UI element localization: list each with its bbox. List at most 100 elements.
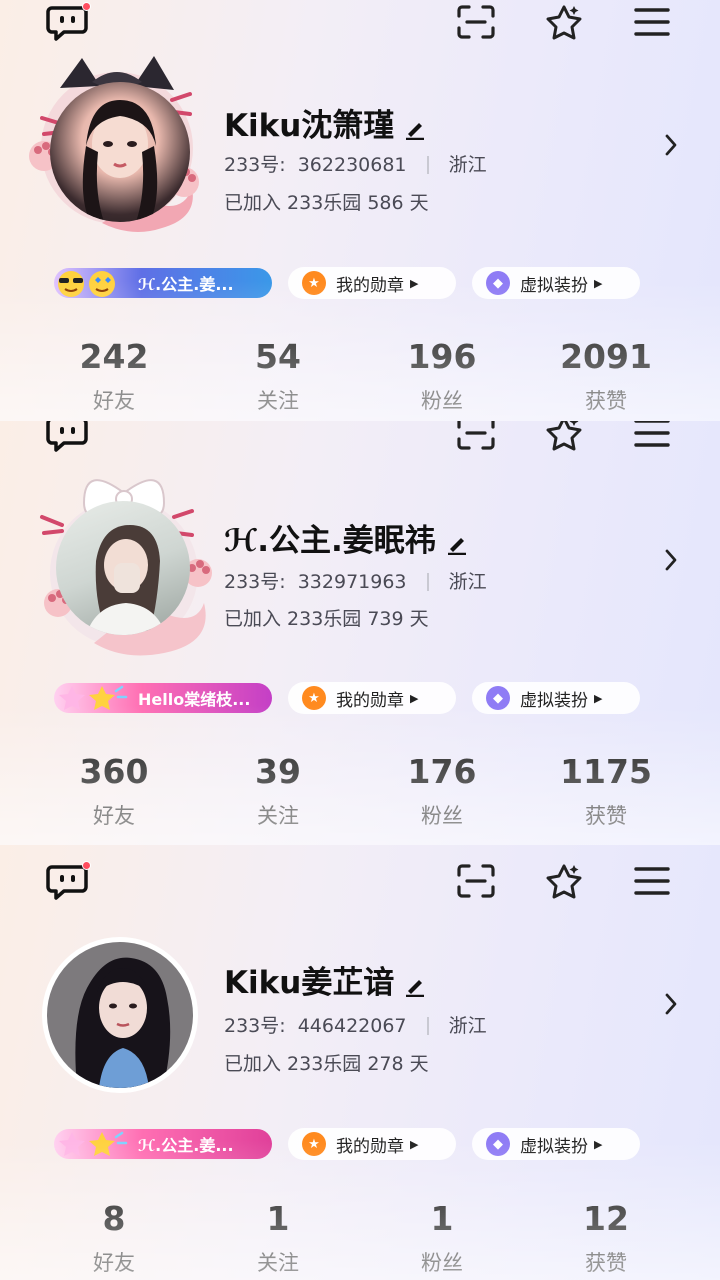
chevron-right-icon[interactable] <box>660 989 682 1019</box>
stat-label: 粉丝 <box>421 1251 463 1275</box>
title-badge[interactable]: ℋ.公主.姜... <box>54 268 272 298</box>
stat-value: 1 <box>430 1199 454 1238</box>
dress-up-button[interactable]: ◆ 虚拟装扮 ▶ <box>472 682 640 714</box>
region: 浙江 <box>448 154 487 176</box>
stat-value: 1175 <box>560 752 652 791</box>
account-info: 233号: 362230681 浙江 <box>224 150 487 177</box>
triangle-right-icon: ▶ <box>594 1137 603 1151</box>
scan-icon[interactable] <box>456 421 496 451</box>
profile-panel-2: ℋ.公主.姜眠祎 233号: 332971963 浙江 已加入 233乐园 73… <box>0 421 720 845</box>
my-medals-button[interactable]: ★ 我的勋章 ▶ <box>288 682 456 714</box>
stat-fans[interactable]: 176 粉丝 <box>377 755 507 830</box>
medal-icon: ★ <box>302 271 326 295</box>
stat-fans[interactable]: 1 粉丝 <box>377 1202 507 1277</box>
divider <box>426 156 429 174</box>
triangle-right-icon: ▶ <box>594 276 603 290</box>
my-medals-button[interactable]: ★ 我的勋章 ▶ <box>288 1128 456 1160</box>
cat-mask-icon: ◆ <box>486 1132 510 1156</box>
stat-friends[interactable]: 360 好友 <box>49 755 179 830</box>
cat-mask-icon: ◆ <box>486 686 510 710</box>
stat-label: 粉丝 <box>421 804 463 828</box>
sparkle-star-icon[interactable] <box>544 421 584 451</box>
joined-days: 已加入 233乐园 739 天 <box>224 608 429 630</box>
chat-bubble-icon[interactable] <box>46 421 90 453</box>
stat-value: 54 <box>255 337 301 376</box>
notification-dot <box>82 2 91 11</box>
triangle-right-icon: ▶ <box>594 691 603 705</box>
edit-pencil-icon[interactable] <box>404 969 426 997</box>
stat-label: 好友 <box>93 804 135 828</box>
medal-label: 我的勋章 <box>336 275 404 296</box>
stat-value: 176 <box>407 752 477 791</box>
title-badge[interactable]: Hello棠绪枝... <box>54 683 272 713</box>
stat-value: 2091 <box>560 337 652 376</box>
stat-label: 关注 <box>257 1251 299 1275</box>
medal-label: 我的勋章 <box>336 1136 404 1157</box>
dress-up-button[interactable]: ◆ 虚拟装扮 ▶ <box>472 267 640 299</box>
chat-bubble-icon[interactable] <box>46 2 91 42</box>
stat-following[interactable]: 1 关注 <box>213 1202 343 1277</box>
username: ℋ.公主.姜眠祎 <box>224 515 468 560</box>
medal-icon: ★ <box>302 686 326 710</box>
hamburger-menu-icon[interactable] <box>632 863 672 899</box>
badge-text: ℋ.公主.姜... <box>138 1136 234 1155</box>
star-emoji-badge-icon <box>54 683 134 713</box>
stat-following[interactable]: 39 关注 <box>213 755 343 830</box>
id-label: 233号: <box>224 571 286 593</box>
edit-pencil-icon[interactable] <box>404 112 426 140</box>
divider <box>426 573 429 591</box>
stat-value: 242 <box>79 337 149 376</box>
account-id: 362230681 <box>297 154 407 176</box>
id-label: 233号: <box>224 154 286 176</box>
username-text: ℋ.公主.姜眠祎 <box>224 523 436 559</box>
triangle-right-icon: ▶ <box>410 276 419 290</box>
hamburger-menu-icon[interactable] <box>632 421 672 451</box>
chat-bubble-icon[interactable] <box>46 861 91 901</box>
stat-fans[interactable]: 196 粉丝 <box>377 340 507 415</box>
username-text: Kiku沈箫瑾 <box>224 108 395 144</box>
scan-icon[interactable] <box>456 4 496 40</box>
username: Kiku沈箫瑾 <box>224 100 426 145</box>
chevron-right-icon[interactable] <box>660 130 682 160</box>
dressup-label: 虚拟装扮 <box>520 275 588 296</box>
stat-label: 获赞 <box>585 1251 627 1275</box>
stat-following[interactable]: 54 关注 <box>213 340 343 415</box>
stat-likes[interactable]: 1175 获赞 <box>541 755 671 830</box>
top-bar <box>0 0 720 50</box>
stat-label: 粉丝 <box>421 389 463 413</box>
region: 浙江 <box>448 1015 487 1037</box>
joined-days: 已加入 233乐园 278 天 <box>224 1053 429 1075</box>
region: 浙江 <box>448 571 487 593</box>
stat-value: 1 <box>266 1199 290 1238</box>
user-avatar[interactable] <box>56 501 190 635</box>
stat-label: 关注 <box>257 389 299 413</box>
stat-likes[interactable]: 12 获赞 <box>541 1202 671 1277</box>
stat-value: 12 <box>583 1199 629 1238</box>
chevron-right-icon[interactable] <box>660 545 682 575</box>
notification-dot <box>82 861 91 870</box>
stat-friends[interactable]: 8 好友 <box>49 1202 179 1277</box>
badge-text: ℋ.公主.姜... <box>138 275 234 294</box>
dressup-label: 虚拟装扮 <box>520 690 588 711</box>
user-avatar[interactable] <box>42 937 198 1093</box>
stat-friends[interactable]: 242 好友 <box>49 340 179 415</box>
emoji-badge-icon <box>54 268 134 298</box>
stat-value: 39 <box>255 752 301 791</box>
stat-value: 360 <box>79 752 149 791</box>
triangle-right-icon: ▶ <box>410 1137 419 1151</box>
account-info: 233号: 332971963 浙江 <box>224 567 487 594</box>
stat-label: 好友 <box>93 1251 135 1275</box>
stat-likes[interactable]: 2091 获赞 <box>541 340 671 415</box>
user-avatar[interactable] <box>50 82 190 222</box>
edit-pencil-icon[interactable] <box>446 527 468 555</box>
profile-panel-3: Kiku姜芷谙 233号: 446422067 浙江 已加入 233乐园 278… <box>0 845 720 1280</box>
dress-up-button[interactable]: ◆ 虚拟装扮 ▶ <box>472 1128 640 1160</box>
joined-days: 已加入 233乐园 586 天 <box>224 192 429 214</box>
dressup-label: 虚拟装扮 <box>520 1136 588 1157</box>
hamburger-menu-icon[interactable] <box>632 4 672 40</box>
my-medals-button[interactable]: ★ 我的勋章 ▶ <box>288 267 456 299</box>
scan-icon[interactable] <box>456 863 496 899</box>
sparkle-star-icon[interactable] <box>544 4 584 40</box>
sparkle-star-icon[interactable] <box>544 863 584 899</box>
title-badge[interactable]: ℋ.公主.姜... <box>54 1129 272 1159</box>
